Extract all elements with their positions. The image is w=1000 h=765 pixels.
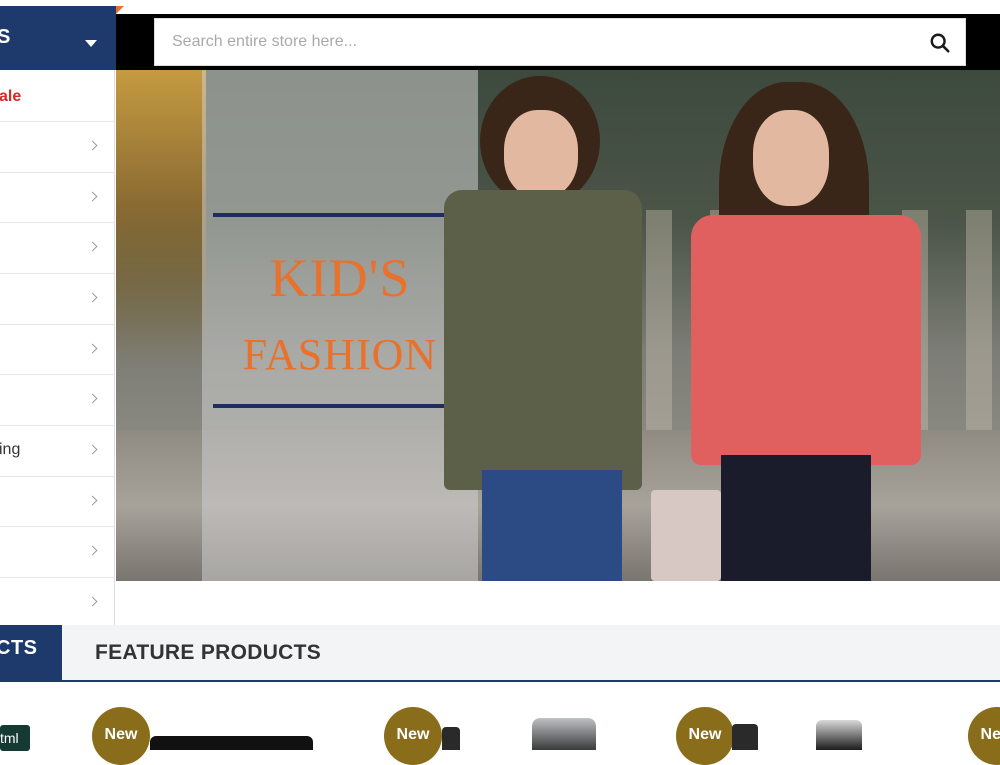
html-badge-label: tml	[0, 730, 19, 746]
category-item[interactable]	[0, 121, 115, 171]
chevron-right-icon	[87, 292, 98, 303]
category-item[interactable]: ing	[0, 425, 115, 475]
chevron-right-icon	[87, 343, 98, 354]
new-badge-label: New	[688, 726, 722, 743]
hero-banner[interactable]: KID'S FASHION	[116, 70, 1000, 581]
category-item[interactable]	[0, 172, 115, 222]
product-tabs-underline	[0, 680, 1000, 682]
category-label: ing	[0, 441, 21, 458]
categories-label: S	[0, 26, 11, 48]
new-badge-label: New	[396, 726, 430, 743]
banner-subtitle: FASHION	[242, 330, 438, 379]
new-badge: New	[968, 707, 1000, 765]
banner-light-glow	[116, 70, 206, 370]
chevron-right-icon	[87, 444, 98, 455]
product-image-device[interactable]	[732, 724, 758, 750]
category-sale-label: ale	[0, 88, 22, 105]
category-item[interactable]	[0, 374, 115, 424]
categories-toggle[interactable]: S	[0, 6, 116, 70]
chevron-right-icon	[87, 140, 98, 151]
tab-active-label: CTS	[0, 637, 38, 659]
boy-figure	[444, 70, 646, 581]
tab-products-active[interactable]: CTS	[0, 625, 62, 682]
banner-title: KID'S	[269, 248, 411, 308]
new-badge: New	[384, 707, 442, 765]
product-image-coffee-machine[interactable]	[532, 718, 596, 750]
girl-coat	[691, 215, 921, 465]
banner-top-rule	[213, 213, 459, 217]
banner-text-panel	[202, 70, 478, 581]
boy-jeans	[482, 470, 622, 581]
chevron-right-icon	[87, 545, 98, 556]
girl-handbag	[651, 490, 721, 581]
header-corner-accent	[116, 6, 124, 14]
search-box	[154, 18, 966, 66]
chevron-right-icon	[87, 495, 98, 506]
category-item[interactable]	[0, 222, 115, 272]
category-item[interactable]	[0, 476, 115, 526]
product-image-appliance[interactable]	[816, 720, 862, 750]
search-icon[interactable]	[929, 32, 951, 54]
product-image-laptop[interactable]	[150, 736, 313, 750]
new-badge-label: New	[104, 726, 138, 743]
chevron-right-icon	[87, 393, 98, 404]
chevron-right-icon	[87, 191, 98, 202]
html-badge: tml	[0, 725, 30, 751]
new-badge-label: New	[980, 726, 1000, 743]
category-item[interactable]	[0, 526, 115, 576]
new-badge: New	[676, 707, 734, 765]
chevron-right-icon	[87, 241, 98, 252]
banner-bottom-rule	[213, 404, 459, 408]
tab-feature-products[interactable]: FEATURE PRODUCTS	[95, 641, 321, 665]
girl-figure	[651, 70, 941, 581]
search-input[interactable]	[155, 19, 915, 65]
category-item[interactable]	[0, 324, 115, 374]
category-item-sale[interactable]: ale	[0, 70, 115, 120]
new-badge: New	[92, 707, 150, 765]
chevron-right-icon	[87, 596, 98, 607]
caret-down-icon	[85, 40, 97, 47]
girl-face	[753, 110, 829, 206]
category-item[interactable]	[0, 577, 115, 627]
categories-menu: ale ing	[0, 70, 115, 629]
boy-shirt	[444, 190, 642, 490]
category-item[interactable]	[0, 273, 115, 323]
product-image-device[interactable]	[442, 727, 460, 750]
boy-face	[504, 110, 578, 198]
girl-leggings	[721, 455, 871, 581]
